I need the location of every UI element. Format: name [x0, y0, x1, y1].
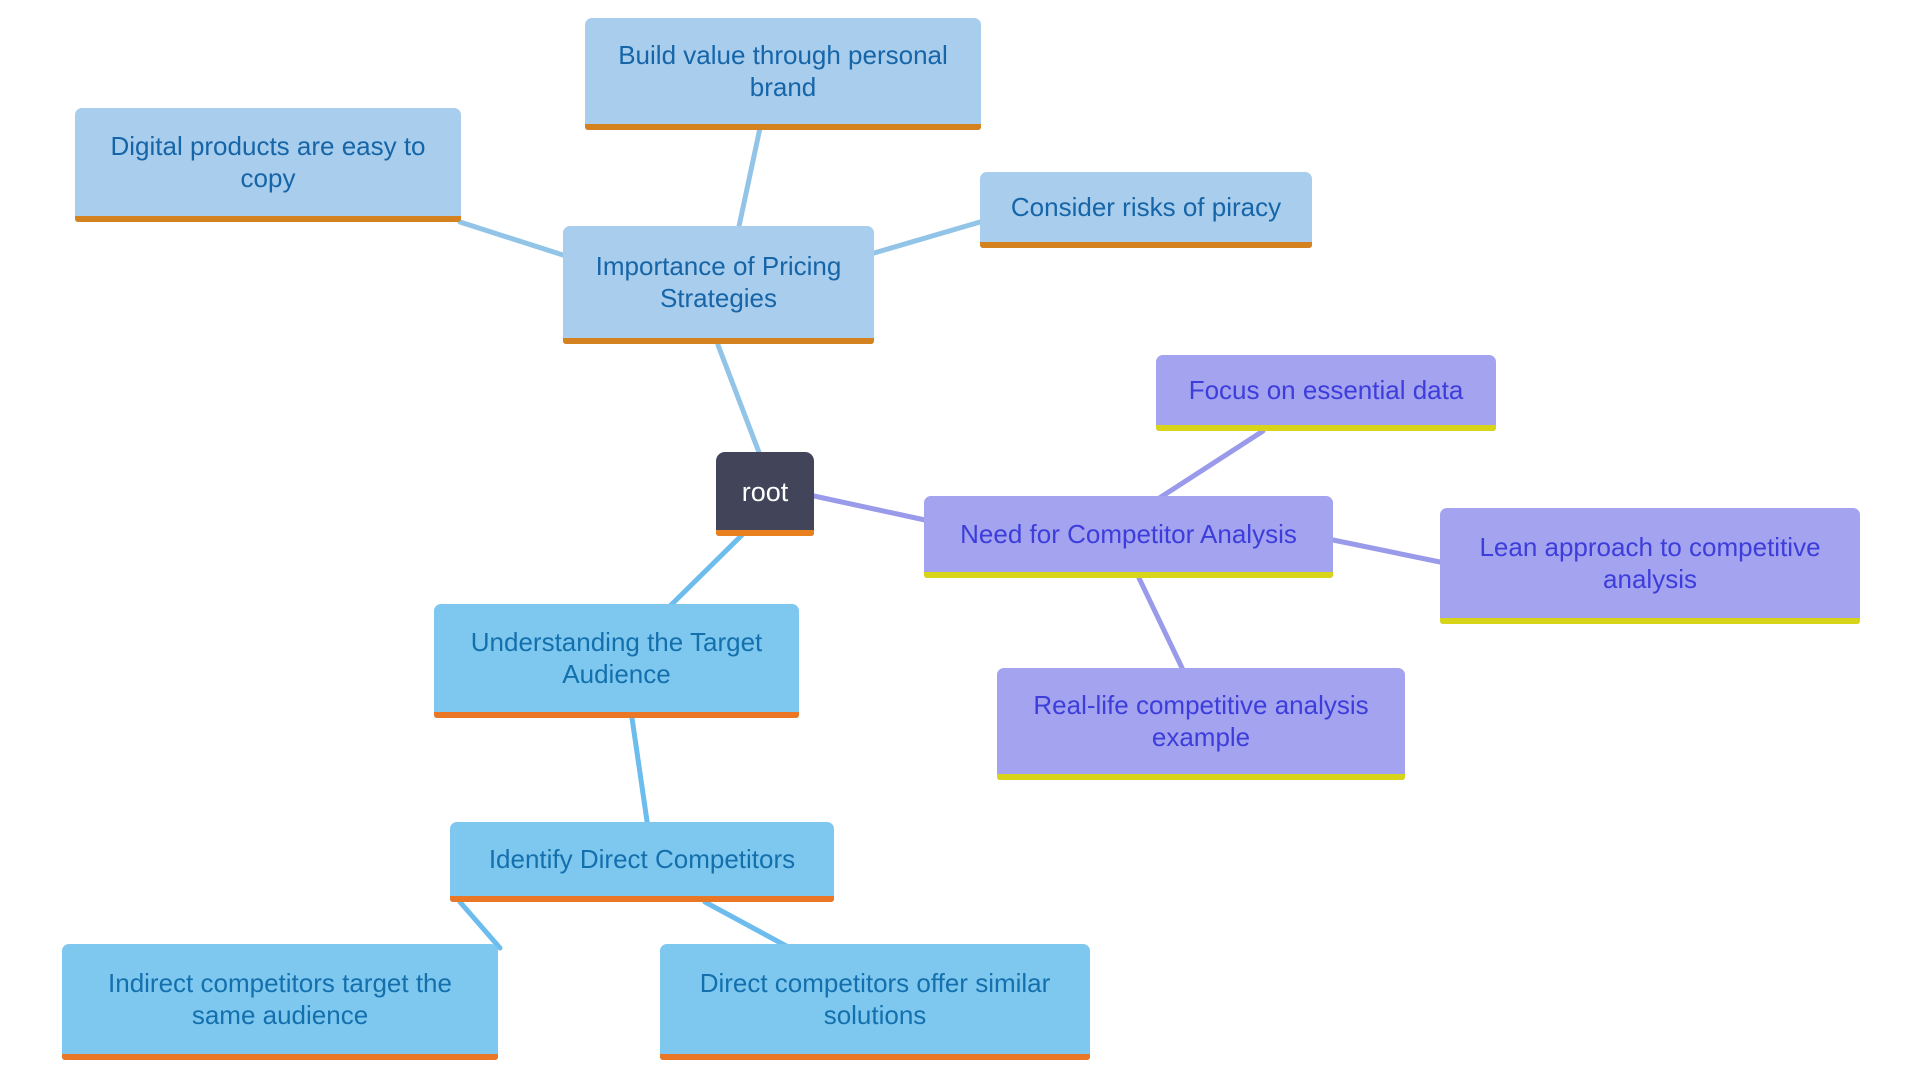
edge-target-audience-to-identify-direct [629, 715, 651, 831]
edge-root-to-competitor-analysis [811, 493, 928, 523]
edge-pricing-to-piracy [871, 219, 983, 256]
node-indirect[interactable]: Indirect competitors target the same aud… [62, 944, 498, 1060]
node-piracy-label: Consider risks of piracy [1010, 192, 1282, 223]
node-target-audience[interactable]: Understanding the Target Audience [434, 604, 799, 718]
node-build-value-label: Build value through personal brand [618, 40, 948, 102]
node-pricing[interactable]: Importance of Pricing Strategies [563, 226, 874, 344]
node-digital-copy-label: Digital products are easy to copy [110, 131, 426, 193]
node-piracy-accent [980, 242, 1312, 248]
edge-competitor-analysis-to-lean-approach [1330, 537, 1443, 565]
node-build-value[interactable]: Build value through personal brand [585, 18, 981, 130]
node-identify-direct-label: Identify Direct Competitors [488, 844, 796, 875]
node-lean-approach-label: Lean approach to competitive analysis [1479, 532, 1821, 594]
node-root[interactable]: root [716, 452, 814, 536]
node-essential-data-accent [1156, 425, 1496, 431]
node-competitor-analysis-label: Need for Competitor Analysis [960, 519, 1297, 550]
node-essential-data[interactable]: Focus on essential data [1156, 355, 1496, 431]
node-target-audience-accent [434, 712, 799, 718]
node-digital-copy[interactable]: Digital products are easy to copy [75, 108, 461, 222]
node-root-accent [716, 530, 814, 536]
node-essential-data-label: Focus on essential data [1188, 375, 1464, 406]
node-digital-copy-accent [75, 216, 461, 222]
node-direct-similar-label: Direct competitors offer similar solutio… [699, 968, 1051, 1030]
node-direct-similar[interactable]: Direct competitors offer similar solutio… [660, 944, 1090, 1060]
node-root-label: root [741, 476, 789, 507]
node-lean-approach-accent [1440, 618, 1860, 624]
node-identify-direct-accent [450, 896, 834, 902]
node-lean-approach[interactable]: Lean approach to competitive analysis [1440, 508, 1860, 624]
edge-competitor-analysis-to-real-life [1136, 575, 1186, 673]
node-identify-direct[interactable]: Identify Direct Competitors [450, 822, 834, 902]
edge-pricing-to-digital-copy [457, 219, 566, 258]
node-indirect-label: Indirect competitors target the same aud… [108, 968, 452, 1030]
node-real-life-accent [997, 774, 1405, 780]
edge-identify-direct-to-direct-similar [702, 899, 793, 951]
node-competitor-analysis-accent [924, 572, 1333, 578]
node-indirect-accent [62, 1054, 498, 1060]
node-build-value-accent [585, 124, 981, 130]
edge-root-to-pricing [715, 342, 763, 458]
node-competitor-analysis[interactable]: Need for Competitor Analysis [924, 496, 1333, 578]
node-real-life[interactable]: Real-life competitive analysis example [997, 668, 1405, 780]
mindmap-canvas: root Importance of Pricing Strategies Bu… [0, 0, 1920, 1080]
node-piracy[interactable]: Consider risks of piracy [980, 172, 1312, 248]
node-pricing-label: Importance of Pricing Strategies [595, 251, 842, 313]
node-real-life-label: Real-life competitive analysis example [1033, 690, 1369, 752]
edge-identify-direct-to-indirect [457, 899, 503, 951]
node-pricing-accent [563, 338, 874, 344]
node-target-audience-label: Understanding the Target Audience [470, 627, 763, 689]
edge-root-to-target-audience [665, 532, 745, 611]
node-direct-similar-accent [660, 1054, 1090, 1060]
